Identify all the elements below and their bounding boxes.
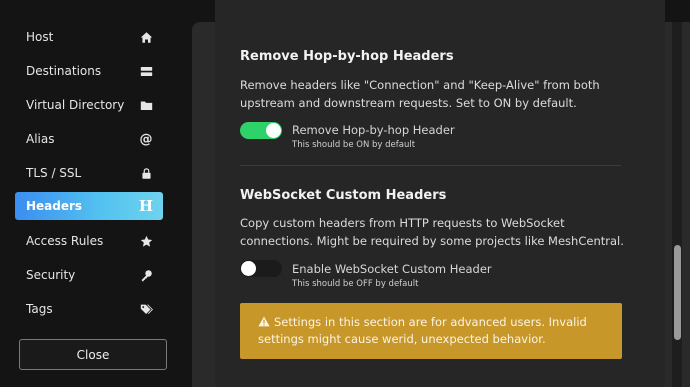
websocket-section-description: Copy custom headers from HTTP requests t… xyxy=(240,216,624,248)
sidebar-item-label: TLS / SSL xyxy=(26,166,82,180)
remove-hop-by-hop-hint: This should be ON by default xyxy=(292,140,416,150)
folder-icon xyxy=(139,98,153,112)
sidebar-item-access-rules[interactable]: Access Rules xyxy=(15,227,163,255)
hop-by-hop-section-title: Remove Hop-by-hop Headers xyxy=(240,49,454,64)
websocket-custom-header-toggle[interactable] xyxy=(240,260,282,277)
sidebar-item-label: Destinations xyxy=(26,64,102,78)
star-icon xyxy=(139,234,153,248)
sidebar-item-virtual-directory[interactable]: Virtual Directory xyxy=(15,91,163,119)
sidebar-item-tags[interactable]: Tags xyxy=(15,295,163,323)
sidebar-item-label: Security xyxy=(26,268,76,282)
section-divider xyxy=(240,165,621,166)
websocket-custom-header-hint: This should be OFF by default xyxy=(292,279,419,289)
warning-icon xyxy=(258,315,270,327)
sidebar-item-tls-ssl[interactable]: TLS / SSL xyxy=(15,159,163,187)
sidebar-item-label: Headers xyxy=(26,199,83,213)
remove-hop-by-hop-label: Remove Hop-by-hop Header xyxy=(292,123,455,137)
toggle-knob xyxy=(266,123,281,138)
remove-hop-by-hop-toggle[interactable] xyxy=(240,122,282,139)
sidebar-item-label: Host xyxy=(26,30,54,44)
sidebar-item-label: Alias xyxy=(26,132,55,146)
websocket-section-title: WebSocket Custom Headers xyxy=(240,188,447,203)
websocket-custom-header-label: Enable WebSocket Custom Header xyxy=(292,262,492,276)
sidebar-item-label: Access Rules xyxy=(26,234,104,248)
tags-icon xyxy=(139,302,153,316)
sidebar-item-host[interactable]: Host xyxy=(15,23,163,51)
key-icon xyxy=(139,268,153,282)
sidebar-item-alias[interactable]: Alias @ xyxy=(15,125,163,153)
scrollbar-thumb[interactable] xyxy=(674,245,681,340)
hop-by-hop-section-description: Remove headers like "Connection" and "Ke… xyxy=(240,78,600,110)
advanced-settings-warning: Settings in this section are for advance… xyxy=(240,303,622,359)
home-icon xyxy=(139,30,153,44)
sidebar-item-headers[interactable]: Headers H xyxy=(15,192,163,220)
warning-text: Settings in this section are for advance… xyxy=(258,315,587,346)
sidebar-item-label: Tags xyxy=(26,302,53,316)
close-button[interactable]: Close xyxy=(19,339,167,370)
sidebar-item-destinations[interactable]: Destinations xyxy=(15,57,163,85)
sidebar-item-label: Virtual Directory xyxy=(26,98,125,112)
lock-icon xyxy=(139,166,153,180)
heading-icon: H xyxy=(138,197,154,215)
sidebar: Host Destinations Virtual Directory Alia… xyxy=(0,0,180,387)
server-icon xyxy=(139,64,153,78)
toggle-knob xyxy=(241,261,256,276)
sidebar-item-security[interactable]: Security xyxy=(15,261,163,289)
at-icon: @ xyxy=(139,131,153,147)
